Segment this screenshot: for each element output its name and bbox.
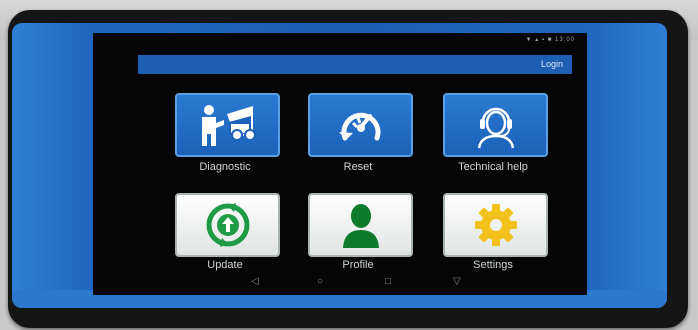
app-bar: Login	[138, 55, 572, 74]
tile-label-diagnostic: Diagnostic	[199, 161, 251, 173]
tile-label-settings: Settings	[473, 259, 513, 271]
nav-down-button[interactable]: ▽	[453, 276, 461, 287]
profile-tile[interactable]	[308, 193, 413, 257]
update-tile[interactable]	[175, 193, 280, 257]
screen: ▼ ▴ ▪ ■ 13:00 Login Diagnostic Reset Tec…	[93, 33, 587, 295]
refresh-arrows-icon	[206, 203, 249, 247]
tile-label-update: Update	[207, 259, 243, 271]
technical-help-tile[interactable]	[443, 93, 548, 157]
tile-label-reset: Reset	[343, 161, 373, 173]
nav-back-button[interactable]: ◁	[251, 276, 259, 287]
nav-recents-button[interactable]: □	[385, 276, 391, 287]
tile-label-technical-help: Technical help	[458, 161, 528, 173]
tile-label-profile: Profile	[342, 259, 374, 271]
nav-home-button[interactable]: ○	[317, 276, 323, 287]
reset-tile[interactable]	[308, 93, 413, 157]
login-button[interactable]: Login	[541, 59, 563, 69]
diagnostic-tile[interactable]	[175, 93, 280, 157]
status-bar: ▼ ▴ ▪ ■ 13:00	[525, 37, 575, 43]
headset-person-icon	[477, 107, 514, 149]
settings-tile[interactable]	[443, 193, 548, 257]
gear-icon	[474, 204, 517, 246]
car-diagnostic-icon	[201, 105, 256, 146]
person-icon	[342, 204, 379, 248]
gauge-reset-icon	[338, 112, 380, 141]
